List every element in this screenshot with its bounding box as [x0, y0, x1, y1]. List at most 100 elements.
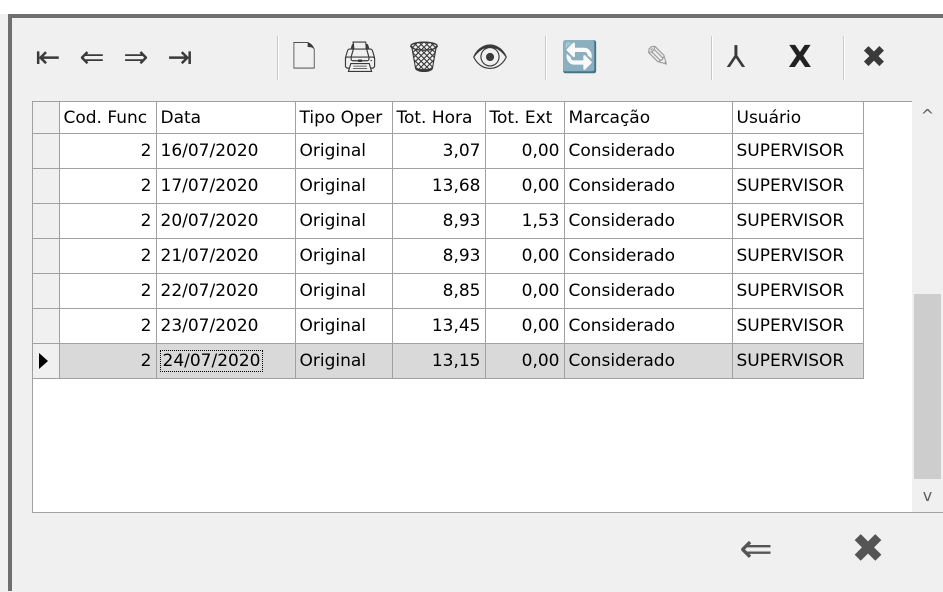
cell-cod-func[interactable]: 2 [59, 308, 157, 344]
row-indicator-current[interactable] [33, 343, 60, 379]
row-indicator[interactable] [33, 238, 60, 274]
cell-tipo-oper[interactable]: Original [295, 308, 393, 344]
cell-tipo-oper[interactable]: Original [295, 273, 393, 309]
new-document-icon[interactable]: 🗋 [284, 36, 324, 80]
cell-usuario[interactable]: SUPERVISOR [732, 273, 864, 309]
cell-marcacao[interactable]: Considerado [564, 308, 733, 344]
table-row[interactable]: 2 20/07/2020 Original 8,93 1,53 Consider… [33, 203, 864, 239]
current-row-pointer-icon [39, 353, 48, 369]
cell-data[interactable]: 22/07/2020 [156, 273, 296, 309]
cell-marcacao[interactable]: Considerado [564, 203, 733, 239]
table-row[interactable]: 2 23/07/2020 Original 13,45 0,00 Conside… [33, 308, 864, 344]
focused-cell-text: 24/07/2020 [159, 350, 264, 372]
column-header-data[interactable]: Data [156, 102, 296, 134]
cell-tot-hora[interactable]: 13,15 [392, 343, 486, 379]
row-indicator[interactable] [33, 133, 60, 169]
cell-tot-ext[interactable]: 0,00 [485, 273, 565, 309]
scroll-down-icon[interactable]: v [912, 481, 943, 509]
cell-tot-hora[interactable]: 3,07 [392, 133, 486, 169]
cell-tipo-oper[interactable]: Original [295, 238, 393, 274]
cell-data[interactable]: 21/07/2020 [156, 238, 296, 274]
table-row[interactable]: 2 17/07/2020 Original 13,68 0,00 Conside… [33, 168, 864, 204]
cell-marcacao[interactable]: Considerado [564, 343, 733, 379]
bottom-action-bar: ⇐ ✖ [32, 512, 943, 592]
cell-cod-func[interactable]: 2 [59, 273, 157, 309]
cell-tot-hora[interactable]: 8,85 [392, 273, 486, 309]
first-record-icon[interactable]: ⇤ [28, 36, 68, 80]
cell-usuario[interactable]: SUPERVISOR [732, 238, 864, 274]
cell-tot-ext[interactable]: 0,00 [485, 343, 565, 379]
row-indicator-header [33, 102, 60, 134]
scroll-up-icon[interactable]: ^ [912, 101, 943, 129]
excel-export-icon[interactable]: X [780, 36, 820, 80]
table-row[interactable]: 2 16/07/2020 Original 3,07 0,00 Consider… [33, 133, 864, 169]
previous-record-icon[interactable]: ⇐ [72, 36, 112, 80]
vertical-scrollbar[interactable]: ^ v [912, 101, 943, 511]
close-icon[interactable]: ✖ [854, 36, 894, 80]
cell-tot-hora[interactable]: 13,45 [392, 308, 486, 344]
records-table: Cod. Func Data Tipo Oper Tot. Hora Tot. … [33, 102, 864, 379]
cell-tipo-oper[interactable]: Original [295, 343, 393, 379]
back-icon[interactable]: ⇐ [730, 523, 782, 575]
cell-tot-hora[interactable]: 8,93 [392, 203, 486, 239]
cell-marcacao[interactable]: Considerado [564, 273, 733, 309]
cell-tipo-oper[interactable]: Original [295, 168, 393, 204]
cell-data[interactable]: 16/07/2020 [156, 133, 296, 169]
row-indicator[interactable] [33, 308, 60, 344]
toolbar-separator [277, 36, 279, 80]
row-indicator[interactable] [33, 273, 60, 309]
cell-cod-func[interactable]: 2 [59, 203, 157, 239]
cell-usuario[interactable]: SUPERVISOR [732, 343, 864, 379]
column-header-marcacao[interactable]: Marcação [564, 102, 733, 134]
cell-tot-ext[interactable]: 0,00 [485, 133, 565, 169]
refresh-icon[interactable]: 🔄 [560, 36, 600, 80]
print-icon[interactable]: 🖨 [340, 36, 380, 80]
cell-usuario[interactable]: SUPERVISOR [732, 203, 864, 239]
table-row[interactable]: 2 21/07/2020 Original 8,93 0,00 Consider… [33, 238, 864, 274]
cell-tipo-oper[interactable]: Original [295, 133, 393, 169]
pdf-export-icon[interactable]: ⅄ [716, 36, 756, 80]
cell-marcacao[interactable]: Considerado [564, 168, 733, 204]
cell-data[interactable]: 20/07/2020 [156, 203, 296, 239]
cell-data[interactable]: 17/07/2020 [156, 168, 296, 204]
cell-marcacao[interactable]: Considerado [564, 238, 733, 274]
cell-tot-ext[interactable]: 1,53 [485, 203, 565, 239]
cell-tot-hora[interactable]: 8,93 [392, 238, 486, 274]
cell-usuario[interactable]: SUPERVISOR [732, 133, 864, 169]
view-icon[interactable]: 👁 [470, 36, 510, 80]
edit-icon[interactable]: ✎ [638, 36, 678, 80]
cell-tot-ext[interactable]: 0,00 [485, 168, 565, 204]
column-header-tot-hora[interactable]: Tot. Hora [392, 102, 486, 134]
toolbar-separator [843, 36, 845, 80]
window-top-strip [0, 0, 943, 14]
cell-usuario[interactable]: SUPERVISOR [732, 168, 864, 204]
cell-cod-func[interactable]: 2 [59, 238, 157, 274]
cell-cod-func[interactable]: 2 [59, 343, 157, 379]
delete-icon[interactable]: 🗑 [404, 36, 444, 80]
cell-usuario[interactable]: SUPERVISOR [732, 308, 864, 344]
cell-marcacao[interactable]: Considerado [564, 133, 733, 169]
cell-tipo-oper[interactable]: Original [295, 203, 393, 239]
cell-data-focused[interactable]: 24/07/2020 [156, 343, 296, 379]
toolbar-separator [711, 36, 713, 80]
table-row[interactable]: 2 22/07/2020 Original 8,85 0,00 Consider… [33, 273, 864, 309]
cell-data[interactable]: 23/07/2020 [156, 308, 296, 344]
grid-header-row: Cod. Func Data Tipo Oper Tot. Hora Tot. … [33, 102, 864, 134]
cell-cod-func[interactable]: 2 [59, 133, 157, 169]
row-indicator[interactable] [33, 168, 60, 204]
close-window-icon[interactable]: ✖ [842, 523, 894, 575]
last-record-icon[interactable]: ⇥ [160, 36, 200, 80]
cell-tot-ext[interactable]: 0,00 [485, 308, 565, 344]
cell-tot-ext[interactable]: 0,00 [485, 238, 565, 274]
table-row-selected[interactable]: 2 24/07/2020 Original 13,15 0,00 Conside… [33, 343, 864, 379]
cell-cod-func[interactable]: 2 [59, 168, 157, 204]
column-header-cod-func[interactable]: Cod. Func [59, 102, 157, 134]
row-indicator[interactable] [33, 203, 60, 239]
column-header-tipo-oper[interactable]: Tipo Oper [295, 102, 393, 134]
column-header-tot-ext[interactable]: Tot. Ext [485, 102, 565, 134]
scrollbar-thumb[interactable] [914, 294, 941, 479]
column-header-usuario[interactable]: Usuário [732, 102, 864, 134]
cell-tot-hora[interactable]: 13,68 [392, 168, 486, 204]
next-record-icon[interactable]: ⇒ [116, 36, 156, 80]
navigation-toolbar: ⇤ ⇐ ⇒ ⇥ 🗋 🖨 🗑 👁 🔄 ✎ ⅄ X ✖ [28, 30, 938, 102]
